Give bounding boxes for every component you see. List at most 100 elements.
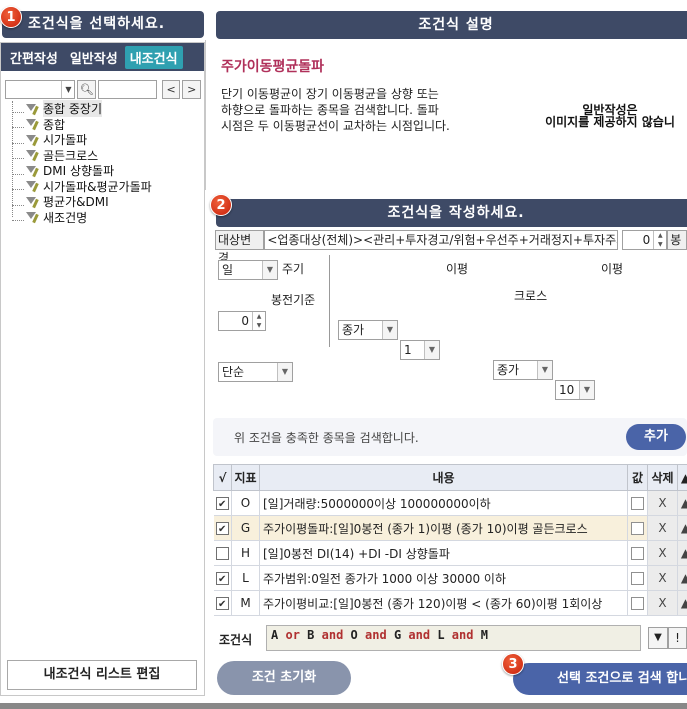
tab-general[interactable]: 일반작성 — [65, 46, 123, 69]
formula-operator: or — [285, 628, 300, 642]
table-row[interactable]: M주가이평비교:[일]0봉전 (종가 120)이평 < (종가 60)이평 1회… — [213, 590, 687, 616]
row-checkbox[interactable] — [215, 597, 229, 610]
row-value-checkbox[interactable] — [631, 597, 644, 610]
chevron-down-icon[interactable]: ▼ — [61, 81, 74, 98]
search-icon[interactable]: 🔍︎ — [77, 80, 97, 99]
ma2-price-value: 종가 — [497, 363, 520, 377]
filter-edit-icon — [26, 211, 40, 223]
ma2-label: 이평 — [601, 262, 624, 276]
tab-my-conditions[interactable]: 내조건식 — [124, 45, 183, 69]
row-move-up-button[interactable]: ▲ — [677, 490, 687, 516]
reset-conditions-button[interactable]: 조건 초기화 — [217, 661, 351, 695]
search-selected-button[interactable]: 선택 조건으로 검색 합니다 — [513, 663, 687, 695]
row-content: [일]거래량:5000000이상 100000000이하 — [259, 490, 628, 516]
target-field[interactable]: <업종대상(전체)><관리+투자경고/위험+우선주+거래정지+투자주의 — [264, 230, 618, 250]
no-image-line-2: 이미지를 제공하지 않습니 — [545, 115, 675, 129]
chevron-down-icon[interactable]: ▼ — [537, 361, 552, 379]
step-3-badge: 3 — [502, 653, 524, 675]
period-select[interactable]: 일 ▼ — [218, 260, 278, 280]
tree-item[interactable]: 종합 중장기 — [12, 100, 152, 118]
row-delete-button[interactable]: X — [647, 590, 678, 616]
chevron-down-icon[interactable]: ▼ — [277, 363, 292, 381]
formula-validate-button[interactable]: ! — [668, 627, 687, 649]
tree-filter-combo[interactable]: ▼ — [5, 80, 76, 99]
ma-type-select[interactable]: 단순 ▼ — [218, 362, 293, 382]
row-content: [일]0봉전 DI(14) +DI -DI 상향돌파 — [259, 540, 628, 566]
tree-item-label: 종합 중장기 — [43, 100, 103, 118]
target-row: 대상변경 <업종대상(전체)><관리+투자경고/위험+우선주+거래정지+투자주의… — [215, 230, 687, 265]
chevron-down-icon[interactable]: ▼ — [579, 381, 594, 399]
table-row[interactable]: G주가이평돌파:[일]0봉전 (종가 1)이평 (종가 10)이평 골든크로스 X… — [213, 515, 687, 541]
row-move-up-button[interactable]: ▲ — [677, 590, 687, 616]
chevron-down-icon[interactable]: ▼ — [424, 341, 439, 359]
formula-operand: G — [393, 628, 402, 642]
row-delete-button[interactable]: X — [647, 540, 678, 566]
spinner-arrows-icon[interactable]: ▲ ▼ — [252, 312, 265, 330]
row-value-checkbox[interactable] — [631, 522, 644, 535]
table-header-row: √ 지표 내용 값 삭제 ▲ — [213, 464, 687, 491]
chevron-down-icon[interactable]: ▼ — [262, 261, 277, 279]
add-condition-button[interactable]: 추가 — [626, 424, 686, 450]
tree-item-label: 골든크로스 — [43, 148, 99, 163]
row-checkbox[interactable] — [215, 572, 229, 585]
chevron-down-icon[interactable]: ▼ — [382, 321, 397, 339]
tree-item[interactable]: 종합 — [12, 117, 152, 133]
table-row[interactable]: H[일]0봉전 DI(14) +DI -DI 상향돌파 X▲ — [213, 540, 687, 566]
ma1-label: 이평 — [446, 262, 469, 276]
target-bar-spinner[interactable]: 0 ▲ ▼ — [621, 230, 668, 250]
formula-input[interactable]: A or B and O and G and L and M — [266, 625, 641, 651]
row-checkbox[interactable] — [215, 522, 229, 535]
row-checkbox[interactable] — [215, 547, 229, 560]
row-value-checkbox[interactable] — [631, 572, 644, 585]
tree-item[interactable]: 시가돌파&평균가돌파 — [12, 179, 152, 195]
ma2-period-select[interactable]: 10 ▼ — [555, 380, 595, 400]
filter-edit-icon — [26, 103, 40, 115]
builder-divider — [329, 255, 330, 347]
ma1-price-select[interactable]: 종가 ▼ — [338, 320, 398, 340]
row-move-up-button[interactable]: ▲ — [677, 515, 687, 541]
row-delete-button[interactable]: X — [647, 490, 678, 516]
spinner-arrows-icon[interactable]: ▲ ▼ — [653, 231, 666, 249]
row-value-checkbox[interactable] — [631, 497, 644, 510]
formula-dropdown-button[interactable]: ▼ — [648, 627, 668, 649]
prev-button[interactable]: < — [161, 80, 181, 99]
tree-item[interactable]: 새조건명 — [12, 210, 152, 226]
row-move-up-button[interactable]: ▲ — [677, 540, 687, 566]
tree-connector — [12, 182, 24, 191]
header-delete: 삭제 — [647, 464, 678, 491]
formula-operand: L — [437, 628, 445, 642]
row-indicator: L — [231, 565, 260, 591]
row-delete-button[interactable]: X — [647, 565, 678, 591]
tree-item[interactable]: 골든크로스 — [12, 148, 152, 164]
row-check-cell — [213, 515, 232, 541]
table-row[interactable]: L주가범위:0일전 종가가 1000 이상 30000 이하 X▲ — [213, 565, 687, 591]
row-value-checkbox[interactable] — [631, 547, 644, 560]
header-check: √ — [213, 464, 232, 491]
tree-search-input[interactable] — [98, 80, 157, 99]
period-label: 주기 — [282, 262, 305, 276]
tree-connector — [12, 105, 24, 113]
row-check-cell — [213, 540, 232, 566]
header-move: ▲ — [677, 464, 687, 491]
change-target-button[interactable]: 대상변경 — [215, 230, 265, 265]
next-button[interactable]: > — [182, 80, 202, 99]
tree-connector — [12, 136, 24, 144]
row-move-up-button[interactable]: ▲ — [677, 565, 687, 591]
bottom-bar — [0, 703, 687, 709]
row-indicator: G — [231, 515, 260, 541]
tree-item[interactable]: 시가돌파 — [12, 132, 152, 148]
tree-item[interactable]: 평균가&DMI — [12, 194, 152, 210]
ma2-price-select[interactable]: 종가 ▼ — [493, 360, 553, 380]
row-checkbox[interactable] — [215, 497, 229, 510]
tree-item[interactable]: DMI 상향돌파 — [12, 163, 152, 179]
edit-my-list-button[interactable]: 내조건식 리스트 편집 — [7, 660, 197, 690]
header-value: 값 — [627, 464, 648, 491]
row-indicator: M — [231, 590, 260, 616]
ma1-period-select[interactable]: 1 ▼ — [400, 340, 440, 360]
tab-simple[interactable]: 간편작성 — [5, 46, 63, 69]
bar-offset-spinner[interactable]: 0 ▲ ▼ — [218, 311, 266, 331]
row-delete-button[interactable]: X — [647, 515, 678, 541]
formula-operator: and — [408, 628, 431, 642]
table-row[interactable]: O[일]거래량:5000000이상 100000000이하 X▲ — [213, 490, 687, 516]
tree-connector — [12, 213, 24, 222]
